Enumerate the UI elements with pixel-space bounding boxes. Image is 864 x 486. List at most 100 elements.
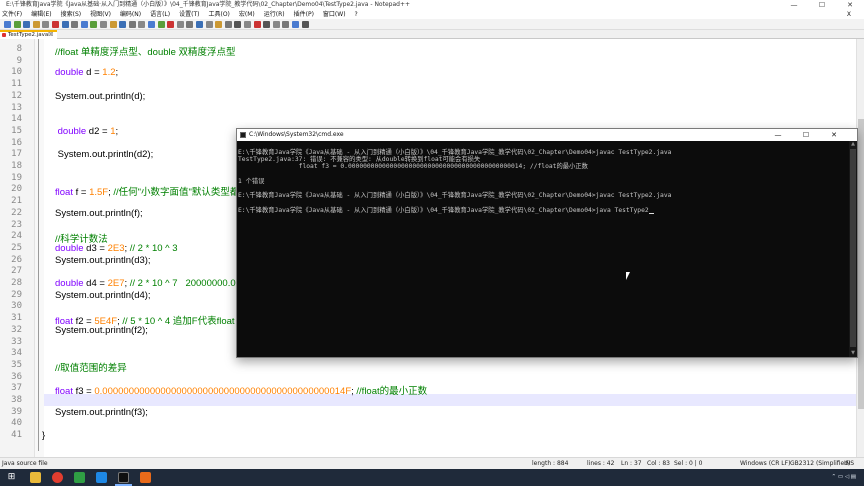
toolbar-button-icon[interactable] (167, 21, 175, 28)
fold-margin[interactable] (34, 39, 44, 457)
line-number: 35 (11, 359, 22, 370)
console-output[interactable]: E:\千锋教育Java学院《Java从基础 - 从入门到精通（小白版）》\04_… (237, 141, 849, 357)
toolbar-button-icon[interactable] (224, 21, 232, 28)
code-line[interactable]: double d = 1.2; (55, 67, 118, 78)
app-icon-green[interactable] (74, 472, 85, 483)
status-length: length : 884 (532, 460, 569, 467)
code-line[interactable]: float f = 1.5F; //任何"小数字面值"默认类型都是 (55, 184, 249, 198)
code-comment: // 2 * 10 ^ 3 (129, 242, 178, 254)
toolbar-button-icon[interactable] (100, 21, 107, 28)
scroll-up-arrow-icon[interactable]: ▲ (850, 141, 856, 147)
toolbar-button-icon[interactable] (215, 21, 223, 28)
cmd-close-button[interactable]: ✕ (823, 129, 845, 141)
start-icon[interactable]: ⊞ (6, 472, 17, 483)
toolbar-button-icon[interactable] (176, 21, 184, 28)
toolbar-button-icon[interactable] (32, 21, 40, 28)
app-icon-blue[interactable] (96, 472, 107, 483)
toolbar-button-icon[interactable] (253, 21, 261, 28)
toolbar-button-icon[interactable] (157, 21, 165, 28)
cmd-window-title: C:\Windows\System32\cmd.exe (249, 131, 344, 138)
chrome-icon[interactable] (52, 472, 63, 483)
code-line[interactable]: double d4 = 2E7; // 2 * 10 ^ 7 20000000.… (55, 278, 236, 289)
toolbar-button-icon[interactable] (119, 21, 127, 28)
menu-item[interactable]: 窗口(W) (323, 10, 346, 19)
toolbar-button-icon[interactable] (4, 21, 11, 28)
tab-testtype2[interactable]: TestType2.java☒ (0, 30, 58, 39)
code-line[interactable]: double d2 = 1; (55, 126, 119, 137)
menu-item[interactable]: 插件(P) (294, 10, 314, 19)
menu-item[interactable]: ? (355, 10, 358, 19)
npp-maximize-button[interactable]: ☐ (808, 0, 836, 10)
toolbar-button-icon[interactable] (186, 21, 194, 28)
toolbar-button-icon[interactable] (128, 21, 136, 28)
cmd-minimize-button[interactable]: — (767, 129, 789, 141)
menu-item[interactable]: 搜索(S) (61, 10, 82, 19)
code-line[interactable]: System.out.println(d3); (55, 255, 151, 266)
line-number: 34 (11, 348, 22, 359)
toolbar-button-icon[interactable] (196, 21, 203, 28)
code-line[interactable]: System.out.println(d); (55, 91, 145, 102)
toolbar-button-icon[interactable] (272, 21, 280, 28)
media-player-icon[interactable] (140, 472, 151, 483)
toolbar-button-icon[interactable] (234, 21, 242, 28)
toolbar-button-icon[interactable] (263, 21, 271, 28)
toolbar-button-icon[interactable] (292, 21, 299, 28)
cmd-scroll-thumb[interactable] (850, 149, 856, 347)
menu-item[interactable]: 运行(R) (264, 10, 285, 19)
toolbar-button-icon[interactable] (23, 21, 31, 28)
cmd-app-icon (240, 132, 246, 138)
toolbar-button-icon[interactable] (71, 21, 79, 28)
toolbar-button-icon[interactable] (148, 21, 155, 28)
toolbar-button-icon[interactable] (244, 21, 251, 28)
editor-scroll-thumb[interactable] (858, 119, 864, 409)
menu-item[interactable]: 编码(N) (120, 10, 141, 19)
npp-close-button[interactable]: ✕ (836, 0, 864, 10)
code-number: 1.5F (89, 187, 109, 199)
system-tray[interactable]: ⌃ ▭ ◁ ▤ (832, 469, 856, 486)
code-line[interactable]: System.out.println(d4); (55, 290, 151, 301)
menu-item[interactable]: 文件(F) (2, 10, 22, 19)
cmd-taskbar-icon[interactable] (118, 472, 129, 483)
npp-minimize-button[interactable]: — (780, 0, 808, 10)
line-number: 41 (11, 430, 22, 441)
menu-item[interactable]: 宏(M) (239, 10, 255, 19)
toolbar-button-icon[interactable] (301, 21, 309, 28)
toolbar-button-icon[interactable] (80, 21, 88, 28)
toolbar-button-icon[interactable] (109, 21, 117, 28)
menu-item[interactable]: 设置(T) (179, 10, 199, 19)
menu-item[interactable]: 语言(L) (150, 10, 170, 19)
toolbar-button-icon[interactable] (205, 21, 213, 28)
code-line[interactable]: double d3 = 2E3; // 2 * 10 ^ 3 (55, 243, 178, 254)
toolbar-button-icon[interactable] (138, 21, 146, 28)
line-number: 27 (11, 266, 22, 277)
code-line[interactable]: System.out.println(f); (55, 208, 143, 219)
code-line[interactable]: } (42, 430, 45, 441)
scroll-down-arrow-icon[interactable]: ▼ (850, 350, 856, 356)
toolbar-button-icon[interactable] (61, 21, 69, 28)
line-number: 31 (11, 313, 22, 324)
cmd-vertical-scrollbar[interactable]: ▲ ▼ (849, 141, 857, 357)
menu-close-doc-button[interactable]: X (847, 10, 851, 19)
cmd-title-bar[interactable]: C:\Windows\System32\cmd.exe — ☐ ✕ (237, 129, 857, 141)
code-line[interactable]: //float 单精度浮点型、double 双精度浮点型 (55, 44, 236, 58)
code-line[interactable]: System.out.println(f2); (55, 325, 148, 336)
toolbar-button-icon[interactable] (52, 21, 59, 28)
code-comment: //取值范围的差异 (55, 362, 127, 374)
code-line[interactable]: float f3 = 0.000000000000000000000000000… (55, 383, 427, 397)
toolbar-button-icon[interactable] (42, 21, 50, 28)
toolbar-button-icon[interactable] (90, 21, 98, 28)
file-explorer-icon[interactable] (30, 472, 41, 483)
menu-item[interactable]: 工具(O) (208, 10, 229, 19)
menu-item[interactable]: 视图(V) (90, 10, 111, 19)
line-number: 28 (11, 278, 22, 288)
code-line[interactable]: //取值范围的差异 (55, 360, 127, 374)
toolbar-button-icon[interactable] (282, 21, 290, 28)
cmd-window[interactable]: C:\Windows\System32\cmd.exe — ☐ ✕ E:\千锋教… (236, 128, 858, 358)
cmd-maximize-button[interactable]: ☐ (795, 129, 817, 141)
menu-item[interactable]: 编辑(E) (31, 10, 51, 19)
code-line[interactable]: System.out.println(d2); (55, 149, 154, 160)
code-line[interactable]: System.out.println(f3); (55, 407, 148, 418)
toolbar-button-icon[interactable] (13, 21, 21, 28)
status-sel: Sel : 0 | 0 (674, 460, 703, 467)
